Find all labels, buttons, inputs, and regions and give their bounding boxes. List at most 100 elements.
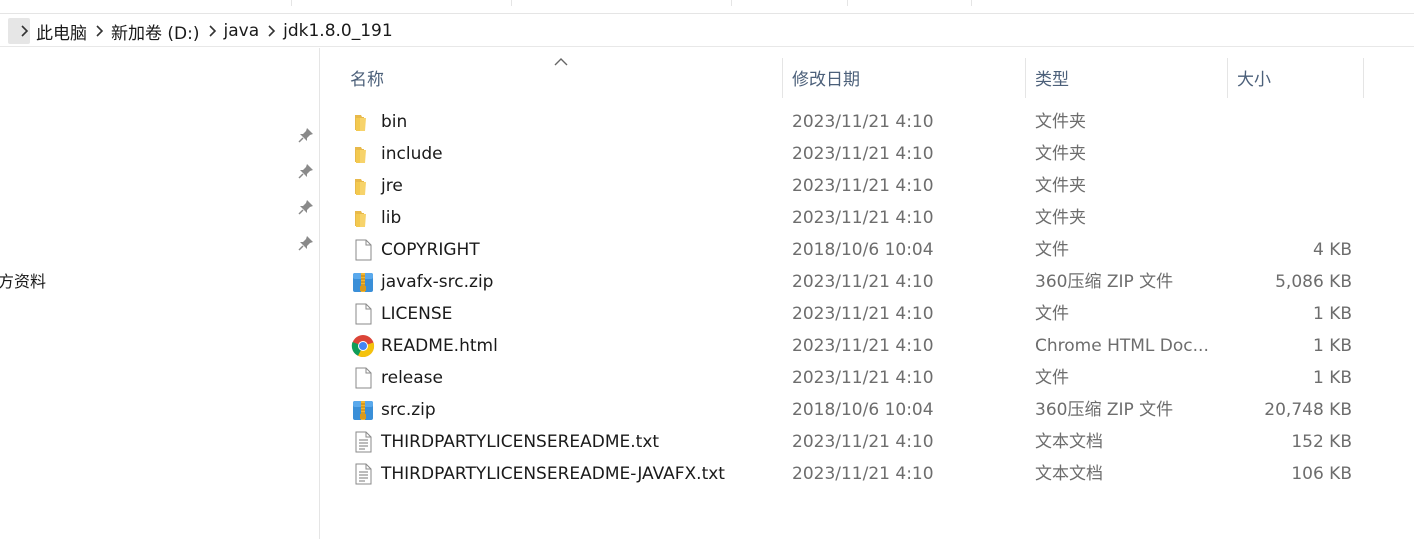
file-date: 2023/11/21 4:10 — [792, 112, 934, 132]
file-type: 360压缩 ZIP 文件 — [1035, 400, 1174, 420]
ribbon-segment — [512, 0, 732, 6]
column-divider[interactable] — [1227, 58, 1228, 98]
column-header-date-label: 修改日期 — [792, 69, 860, 90]
chevron-right-icon[interactable] — [14, 21, 34, 41]
file-name: javafx-src.zip — [381, 272, 494, 292]
file-row[interactable]: LICENSE 2023/11/21 4:10 文件 1 KB — [321, 298, 1414, 330]
folder-icon — [351, 174, 375, 198]
file-date: 2023/11/21 4:10 — [792, 336, 934, 356]
breadcrumb-item-jdk[interactable]: jdk1.8.0_191 — [281, 21, 395, 41]
column-divider[interactable] — [1025, 58, 1026, 98]
file-name: src.zip — [381, 400, 436, 420]
file-name: COPYRIGHT — [381, 240, 480, 260]
zip-archive-icon — [351, 398, 375, 422]
breadcrumb: 此电脑 新加卷 (D:) java jdk1.8.0_191 — [14, 15, 395, 47]
zip-archive-icon — [351, 270, 375, 294]
file-type: Chrome HTML Doc... — [1035, 336, 1209, 356]
column-header-type[interactable]: 类型 — [1035, 56, 1225, 98]
file-date: 2018/10/6 10:04 — [792, 400, 934, 420]
column-header-row: 名称 修改日期 类型 大小 — [321, 56, 1414, 98]
file-date: 2023/11/21 4:10 — [792, 368, 934, 388]
file-size: 106 KB — [1291, 464, 1352, 484]
file-type: 360压缩 ZIP 文件 — [1035, 272, 1174, 292]
file-date: 2023/11/21 4:10 — [792, 304, 934, 324]
file-size: 1 KB — [1312, 304, 1352, 324]
file-row[interactable]: src.zip 2018/10/6 10:04 360压缩 ZIP 文件 20,748… — [321, 394, 1414, 426]
file-type: 文本文档 — [1035, 432, 1103, 452]
file-name: LICENSE — [381, 304, 453, 324]
chevron-right-icon[interactable] — [202, 21, 222, 41]
column-header-date[interactable]: 修改日期 — [792, 56, 1022, 98]
ribbon-segment — [732, 0, 848, 6]
column-header-size[interactable]: 大小 — [1237, 56, 1357, 98]
file-name: bin — [381, 112, 408, 132]
file-list: bin 2023/11/21 4:10 文件夹 include 2023/11/21 4… — [321, 106, 1414, 490]
file-row[interactable]: COPYRIGHT 2018/10/6 10:04 文件 4 KB — [321, 234, 1414, 266]
file-type: 文件 — [1035, 368, 1069, 388]
pin-icon[interactable] — [297, 198, 315, 216]
file-date: 2018/10/6 10:04 — [792, 240, 934, 260]
file-type: 文件夹 — [1035, 208, 1086, 228]
column-header-name-label: 名称 — [350, 69, 384, 90]
ribbon-segment — [292, 0, 512, 6]
file-date: 2023/11/21 4:10 — [792, 272, 934, 292]
file-row[interactable]: release 2023/11/21 4:10 文件 1 KB — [321, 362, 1414, 394]
column-header-type-label: 类型 — [1035, 69, 1069, 90]
file-type: 文本文档 — [1035, 464, 1103, 484]
file-row[interactable]: THIRDPARTYLICENSEREADME.txt 2023/11/21 4:… — [321, 426, 1414, 458]
file-name: README.html — [381, 336, 498, 356]
pin-icon[interactable] — [297, 162, 315, 180]
chrome-icon — [351, 334, 375, 358]
file-icon — [351, 238, 375, 262]
file-size: 4 KB — [1312, 240, 1352, 260]
file-size: 152 KB — [1291, 432, 1352, 452]
chevron-right-icon[interactable] — [261, 21, 281, 41]
column-divider[interactable] — [1363, 58, 1364, 98]
file-name: lib — [381, 208, 402, 228]
text-document-icon — [351, 462, 375, 486]
file-icon — [351, 302, 375, 326]
nav-item-label[interactable]: 方资料 — [0, 268, 46, 292]
breadcrumb-item-drive-d[interactable]: 新加卷 (D:) — [109, 19, 202, 44]
address-bar[interactable]: 此电脑 新加卷 (D:) java jdk1.8.0_191 — [0, 15, 1414, 47]
column-divider[interactable] — [782, 58, 783, 98]
file-date: 2023/11/21 4:10 — [792, 432, 934, 452]
folder-icon — [351, 142, 375, 166]
file-name: THIRDPARTYLICENSEREADME-JAVAFX.txt — [381, 464, 725, 484]
file-name: jre — [381, 176, 403, 196]
file-date: 2023/11/21 4:10 — [792, 176, 934, 196]
file-date: 2023/11/21 4:10 — [792, 144, 934, 164]
file-row[interactable]: bin 2023/11/21 4:10 文件夹 — [321, 106, 1414, 138]
folder-icon — [351, 206, 375, 230]
file-type: 文件夹 — [1035, 144, 1086, 164]
file-size: 1 KB — [1312, 368, 1352, 388]
file-type: 文件夹 — [1035, 112, 1086, 132]
file-row[interactable]: THIRDPARTYLICENSEREADME-JAVAFX.txt 2023/1… — [321, 458, 1414, 490]
file-row[interactable]: javafx-src.zip 2023/11/21 4:10 360压缩 ZIP 文… — [321, 266, 1414, 298]
folder-icon — [351, 110, 375, 134]
file-icon — [351, 366, 375, 390]
file-size: 5,086 KB — [1275, 272, 1352, 292]
pin-icon[interactable] — [297, 234, 315, 252]
column-header-name[interactable]: 名称 — [350, 56, 780, 98]
chevron-right-icon[interactable] — [89, 21, 109, 41]
file-size: 1 KB — [1312, 336, 1352, 356]
pin-icon[interactable] — [297, 126, 315, 144]
file-date: 2023/11/21 4:10 — [792, 464, 934, 484]
file-row[interactable]: README.html 2023/11/21 4:10 Chrome HTML Do… — [321, 330, 1414, 362]
file-date: 2023/11/21 4:10 — [792, 208, 934, 228]
column-header-size-label: 大小 — [1237, 69, 1271, 90]
file-row[interactable]: lib 2023/11/21 4:10 文件夹 — [321, 202, 1414, 234]
ribbon-segment — [0, 0, 292, 6]
file-size: 20,748 KB — [1264, 400, 1352, 420]
ribbon-segment — [848, 0, 972, 6]
text-document-icon — [351, 430, 375, 454]
file-type: 文件 — [1035, 240, 1069, 260]
navigation-pane: 方资料 — [0, 48, 320, 539]
breadcrumb-item-java[interactable]: java — [222, 21, 262, 41]
breadcrumb-item-this-pc[interactable]: 此电脑 — [34, 19, 89, 44]
file-row[interactable]: include 2023/11/21 4:10 文件夹 — [321, 138, 1414, 170]
file-type: 文件 — [1035, 304, 1069, 324]
file-row[interactable]: jre 2023/11/21 4:10 文件夹 — [321, 170, 1414, 202]
file-name: include — [381, 144, 443, 164]
